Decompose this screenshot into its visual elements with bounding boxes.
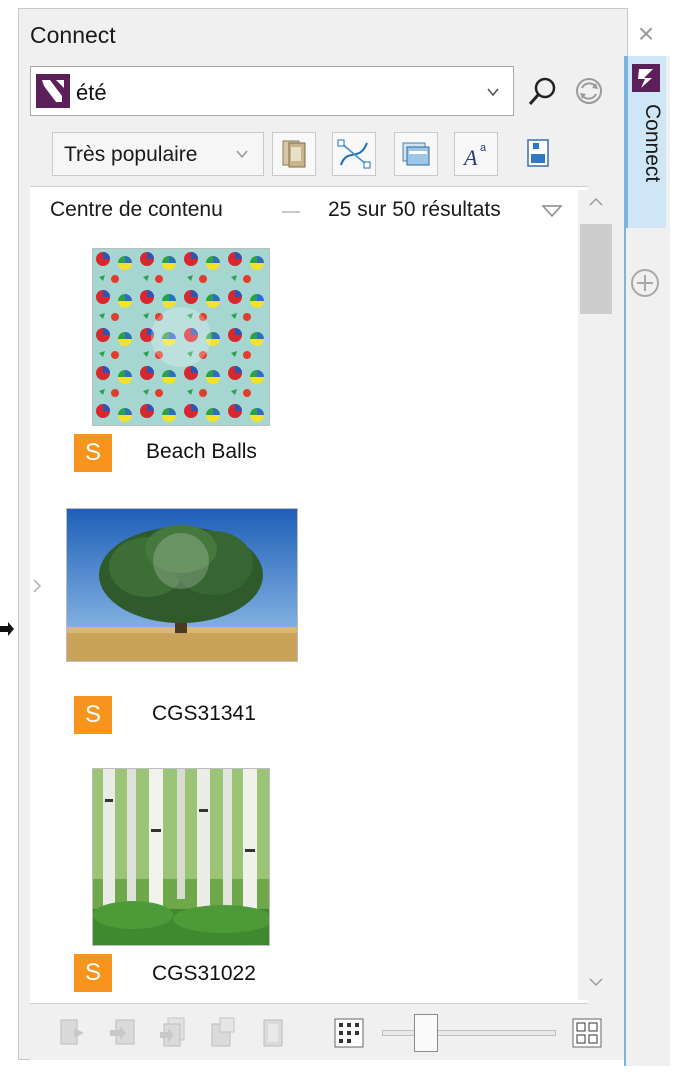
connect-logo-icon <box>36 74 70 108</box>
vector-icon <box>337 139 371 169</box>
zoom-slider-handle[interactable] <box>414 1014 438 1052</box>
add-icon[interactable] <box>630 268 660 298</box>
page-icon[interactable] <box>258 1016 288 1050</box>
replace-icon[interactable] <box>208 1016 238 1050</box>
scrollbar-thumb[interactable] <box>580 224 612 314</box>
beach-balls-pattern <box>93 249 269 425</box>
arrow-right-icon <box>0 622 14 636</box>
connect-logo-icon <box>632 64 660 92</box>
save-button[interactable] <box>516 132 560 176</box>
side-divider <box>624 56 626 1066</box>
filter-bitmap-button[interactable] <box>394 132 438 176</box>
item-thumbnail[interactable] <box>92 768 270 946</box>
bitmap-icon <box>402 142 430 166</box>
item-name[interactable]: CGS31341 <box>152 702 256 726</box>
header-separator <box>282 211 300 213</box>
svg-text:a: a <box>480 142 487 154</box>
filter-vector-button[interactable] <box>332 132 376 176</box>
close-icon: × <box>637 18 655 49</box>
grid-small-icon[interactable] <box>334 1018 364 1048</box>
source-badge: S <box>74 434 112 472</box>
zoom-slider-track[interactable] <box>382 1030 556 1036</box>
item-thumbnail[interactable] <box>66 508 298 662</box>
chevron-down-icon[interactable] <box>486 86 500 98</box>
chevron-down-icon[interactable] <box>540 202 564 220</box>
birch-forest-photo <box>93 769 269 945</box>
search-input-value[interactable]: été <box>76 80 107 106</box>
svg-text:A: A <box>462 145 478 170</box>
content-source-label: Centre de contenu <box>50 198 223 221</box>
chevron-down-icon <box>236 150 248 159</box>
import-copy-icon[interactable] <box>158 1016 188 1050</box>
side-tab-label: Connect <box>641 104 664 183</box>
fills-icon <box>282 140 306 168</box>
close-button[interactable]: × <box>632 20 660 48</box>
save-icon <box>527 139 549 167</box>
item-thumbnail[interactable] <box>92 248 270 426</box>
tree-photo <box>67 509 297 661</box>
sync-icon[interactable] <box>572 74 606 108</box>
result-count: 25 sur 50 résultats <box>328 198 501 221</box>
source-badge: S <box>74 954 112 992</box>
scroll-down-icon[interactable] <box>588 976 604 988</box>
chevron-right-icon[interactable] <box>30 576 44 596</box>
export-icon[interactable] <box>58 1016 88 1050</box>
import-icon[interactable] <box>108 1016 138 1050</box>
item-name[interactable]: Beach Balls <box>146 440 257 464</box>
item-name[interactable]: CGS31022 <box>152 962 256 986</box>
search-icon[interactable] <box>526 74 560 108</box>
fonts-icon: A a <box>462 142 487 170</box>
panel-title: Connect <box>30 22 116 48</box>
scroll-up-icon[interactable] <box>588 196 604 208</box>
filter-fills-button[interactable] <box>272 132 316 176</box>
sort-select-value: Très populaire <box>64 143 198 166</box>
grid-large-icon[interactable] <box>572 1018 602 1048</box>
filter-fonts-button[interactable]: A a <box>454 132 498 176</box>
source-badge: S <box>74 696 112 734</box>
